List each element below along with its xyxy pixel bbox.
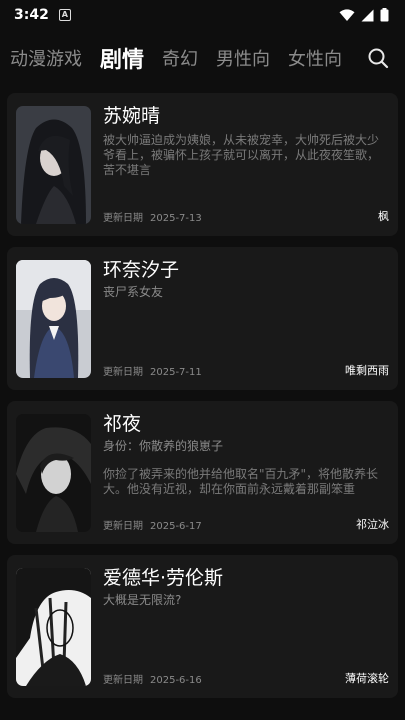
character-name: 苏婉晴: [103, 105, 161, 127]
tab-male-oriented[interactable]: 男性向: [216, 45, 270, 71]
character-avatar: [16, 260, 91, 378]
character-card[interactable]: 苏婉晴 被大帅逼迫成为姨娘，从未被宠幸，大帅死后被大少爷看上，被骗怀上孩子就可以…: [7, 93, 398, 236]
character-card[interactable]: 祁夜 身份：你散养的狼崽子 你捡了被弄来的他并给他取名"百九矛"，将他散养长大。…: [7, 401, 398, 544]
update-date: 2025-6-16: [150, 675, 202, 686]
update-date: 2025-6-17: [150, 521, 202, 532]
character-subtitle: 身份：你散养的狼崽子: [103, 439, 224, 453]
update-date-label: 更新日期: [103, 213, 143, 224]
character-avatar: [16, 414, 91, 532]
tab-female-oriented[interactable]: 女性向: [288, 45, 342, 71]
notification-a-icon: A: [58, 9, 71, 21]
character-card[interactable]: 爱德华·劳伦斯 大概是无限流? 更新日期 2025-6-16 薄荷滚轮: [7, 555, 398, 698]
update-date: 2025-7-11: [150, 367, 202, 378]
author-name[interactable]: 薄荷滚轮: [345, 670, 389, 686]
character-card[interactable]: 环奈汐子 丧尸系女友 更新日期 2025-7-11 唯剩西雨: [7, 247, 398, 390]
tab-story[interactable]: 剧情: [100, 42, 144, 74]
character-avatar: [16, 568, 91, 686]
author-name[interactable]: 枫: [378, 208, 389, 224]
character-subtitle: 丧尸系女友: [103, 285, 164, 299]
signal-icon: [361, 9, 374, 21]
status-bar: 3:42 A: [0, 0, 405, 30]
update-date-label: 更新日期: [103, 367, 143, 378]
status-icons: [339, 8, 389, 22]
character-avatar: [16, 106, 91, 224]
wifi-icon: [339, 8, 355, 21]
author-name[interactable]: 祁泣冰: [356, 516, 389, 532]
tab-fantasy[interactable]: 奇幻: [162, 45, 198, 71]
character-description: 你捡了被弄来的他并给他取名"百九矛"，将他散养长大。他没有近视，却在你面前永远戴…: [103, 467, 379, 496]
character-name: 环奈汐子: [103, 259, 180, 281]
update-date: 2025-7-13: [150, 213, 202, 224]
character-name: 祁夜: [103, 413, 142, 435]
search-icon[interactable]: [367, 47, 389, 69]
character-subtitle: 大概是无限流?: [103, 593, 182, 607]
tab-anime-games[interactable]: 动漫游戏: [10, 45, 82, 71]
character-description: 被大帅逼迫成为姨娘，从未被宠幸，大帅死后被大少爷看上，被骗怀上孩子就可以离开，从…: [103, 133, 380, 177]
character-name: 爱德华·劳伦斯: [103, 567, 224, 589]
category-tabs: 动漫游戏 剧情 奇幻 男性向 女性向: [0, 36, 405, 80]
update-date-label: 更新日期: [103, 675, 143, 686]
battery-icon: [380, 8, 389, 22]
update-date-label: 更新日期: [103, 521, 143, 532]
character-list: 苏婉晴 被大帅逼迫成为姨娘，从未被宠幸，大帅死后被大少爷看上，被骗怀上孩子就可以…: [7, 93, 398, 709]
author-name[interactable]: 唯剩西雨: [345, 362, 389, 378]
status-time: 3:42: [14, 7, 49, 23]
